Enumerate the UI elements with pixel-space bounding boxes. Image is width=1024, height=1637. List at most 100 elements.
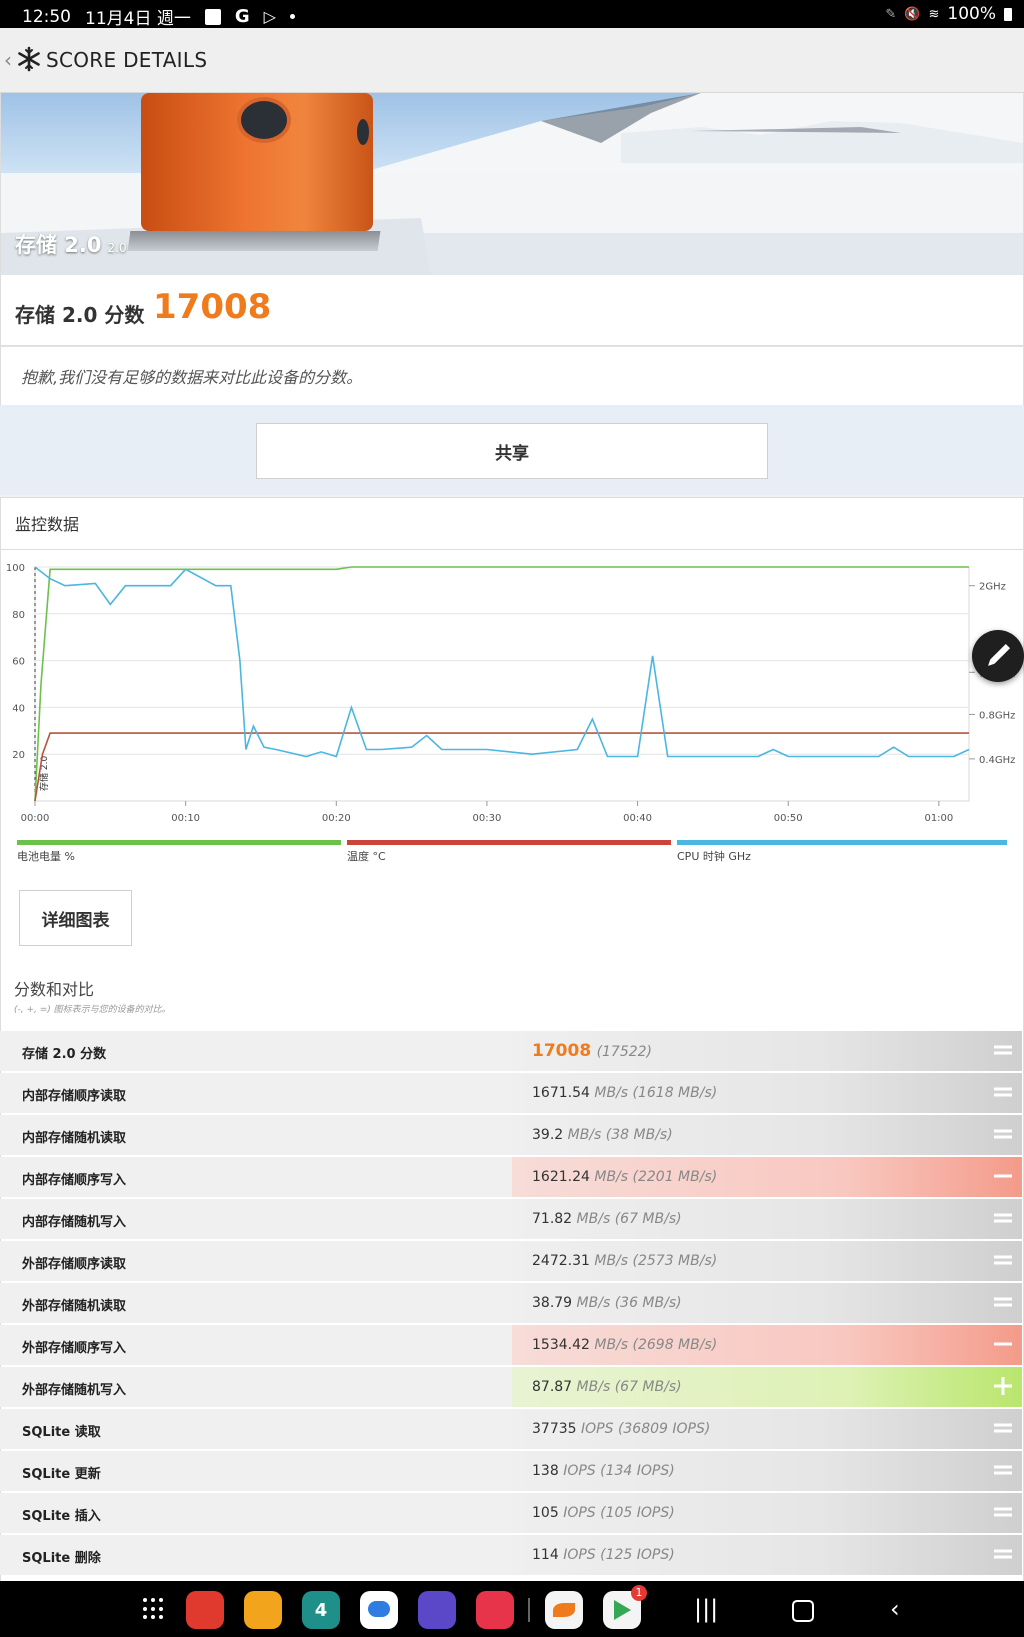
row-name: 内部存储随机读取	[22, 1131, 127, 1146]
row-value-text: 1534.42 MB/s (2698 MB/s)	[532, 1337, 717, 1353]
back-chevron-icon[interactable]: ‹	[4, 48, 12, 72]
share-button[interactable]: 共享	[256, 423, 768, 479]
dock-divider	[528, 1598, 530, 1622]
x-tick-label: 00:30	[473, 813, 502, 824]
row-value-text: 105 IOPS (105 IOPS)	[532, 1505, 675, 1521]
row-name: 外部存储随机写入	[22, 1383, 127, 1398]
series-line-1	[34, 732, 969, 802]
x-tick-label: 00:50	[774, 813, 803, 824]
messages-app-icon[interactable]	[360, 1591, 398, 1629]
wifi-icon: ≋	[928, 6, 940, 22]
more-notifications-icon	[289, 14, 295, 19]
legend-temperature-label: 温度 °C	[347, 850, 386, 863]
pod-sled	[127, 231, 381, 251]
legend-temperature: 温度 °C	[347, 840, 671, 870]
app-bar: ‹ SCORE DETAILS	[0, 28, 1024, 93]
right-tick-label: 0.4GHz	[979, 755, 1015, 766]
equal-icon	[994, 1213, 1012, 1223]
row-value: 138	[532, 1463, 559, 1479]
row-value: 37735	[532, 1421, 577, 1437]
row-name: SQLite 读取	[22, 1425, 101, 1440]
row-unit: MB/s	[567, 1127, 602, 1143]
row-value-text: 1621.24 MB/s (2201 MB/s)	[532, 1169, 717, 1185]
row-unit: MB/s	[576, 1211, 611, 1227]
row-unit: IOPS	[563, 1547, 596, 1563]
row-reference: (134 IOPS)	[600, 1463, 675, 1479]
row-value-text: 37735 IOPS (36809 IOPS)	[532, 1421, 710, 1437]
page-title: SCORE DETAILS	[46, 48, 208, 72]
no-comparison-note: 抱歉,我们没有足够的数据来对比此设备的分数。	[0, 346, 1024, 406]
series-line-2	[34, 566, 970, 758]
table-row: 外部存储随机写入 87.87 MB/s (67 MB/s)	[0, 1367, 1022, 1407]
row-name: 外部存储随机读取	[22, 1299, 127, 1314]
row-value-cell: 114 IOPS (125 IOPS)	[512, 1535, 1022, 1575]
detailed-chart-button[interactable]: 详细图表	[19, 890, 132, 946]
swift-app-icon[interactable]	[545, 1591, 583, 1629]
apps-grid-icon[interactable]	[143, 1598, 165, 1620]
battery-icon	[1004, 7, 1012, 21]
row-value-text: 17008 (17522)	[532, 1041, 652, 1061]
row-value-cell: 17008 (17522)	[512, 1031, 1022, 1071]
mute-icon: 🔇	[904, 6, 921, 22]
monitor-chart: 100806040202GHz1.2GHz0.8GHz0.4GHz00:0000…	[6, 563, 1016, 824]
snowflake-logo-icon[interactable]	[16, 46, 42, 72]
orange-pod-image	[141, 93, 373, 231]
row-reference: (36809 IOPS)	[617, 1421, 711, 1437]
edit-fab[interactable]	[972, 630, 1024, 682]
chat-bubble-icon	[368, 1601, 390, 1617]
equal-icon	[994, 1045, 1012, 1055]
row-value-cell: 1671.54 MB/s (1618 MB/s)	[512, 1073, 1022, 1113]
row-unit: MB/s	[576, 1295, 611, 1311]
row-unit: IOPS	[563, 1463, 596, 1479]
calendar-app-icon[interactable]: 4	[302, 1591, 340, 1629]
table-row: SQLite 更新 138 IOPS (134 IOPS)	[0, 1451, 1022, 1491]
home-icon[interactable]	[792, 1600, 814, 1622]
x-tick-label: 00:10	[171, 813, 200, 824]
legend-cpu-bar	[677, 840, 1007, 845]
row-name: 内部存储顺序写入	[22, 1173, 127, 1188]
camera-app-icon[interactable]	[476, 1591, 514, 1629]
pencil-icon	[988, 643, 1011, 666]
google-icon: G	[234, 6, 250, 27]
monitor-divider	[1, 549, 1023, 550]
row-reference: (125 IOPS)	[600, 1547, 675, 1563]
row-reference: (38 MB/s)	[605, 1127, 673, 1143]
equal-icon	[994, 1087, 1012, 1097]
x-tick-label: 00:40	[623, 813, 652, 824]
equal-icon	[994, 1297, 1012, 1307]
row-name: 外部存储顺序写入	[22, 1341, 127, 1356]
notes-app-icon[interactable]	[186, 1591, 224, 1629]
row-unit: MB/s	[594, 1337, 629, 1353]
row-unit: MB/s	[594, 1169, 629, 1185]
equal-icon	[994, 1507, 1012, 1517]
row-reference: (67 MB/s)	[614, 1379, 682, 1395]
play-store-icon[interactable]: 1	[603, 1585, 647, 1629]
status-bar: 12:50 11月4日 週一 G ▷ ✎ 🔇 ≋ 100%	[0, 0, 1024, 29]
chart-frame	[34, 566, 970, 802]
back-icon[interactable]: ‹	[890, 1595, 900, 1623]
comparison-note: (-, +, =) 图标表示与您的设备的对比。	[14, 1005, 171, 1015]
row-value-cell: 105 IOPS (105 IOPS)	[512, 1493, 1022, 1533]
row-value-cell: 138 IOPS (134 IOPS)	[512, 1451, 1022, 1491]
row-value: 38.79	[532, 1295, 573, 1311]
row-value-text: 138 IOPS (134 IOPS)	[532, 1463, 675, 1479]
row-unit: MB/s	[594, 1085, 629, 1101]
recents-icon[interactable]: |||	[694, 1595, 718, 1623]
table-row: 外部存储随机读取 38.79 MB/s (36 MB/s)	[0, 1283, 1022, 1323]
files-app-icon[interactable]	[244, 1591, 282, 1629]
row-value: 105	[532, 1505, 559, 1521]
hero-banner: 存储 2.0 2.0	[0, 93, 1024, 275]
left-tick-label: 20	[12, 750, 25, 761]
equal-icon	[994, 1549, 1012, 1559]
row-value-cell: 2472.31 MB/s (2573 MB/s)	[512, 1241, 1022, 1281]
legend-battery-label: 电池电量 %	[17, 850, 75, 863]
legend-battery: 电池电量 %	[17, 840, 341, 870]
row-value-text: 1671.54 MB/s (1618 MB/s)	[532, 1085, 717, 1101]
play-triangle-icon	[614, 1600, 631, 1620]
browser-app-icon[interactable]	[418, 1591, 456, 1629]
right-tick-label: 0.8GHz	[979, 710, 1015, 721]
status-date: 11月4日 週一	[85, 9, 191, 29]
row-reference: (67 MB/s)	[614, 1211, 682, 1227]
right-tick-label: 2GHz	[979, 582, 1006, 593]
row-name: 外部存储顺序读取	[22, 1257, 127, 1272]
